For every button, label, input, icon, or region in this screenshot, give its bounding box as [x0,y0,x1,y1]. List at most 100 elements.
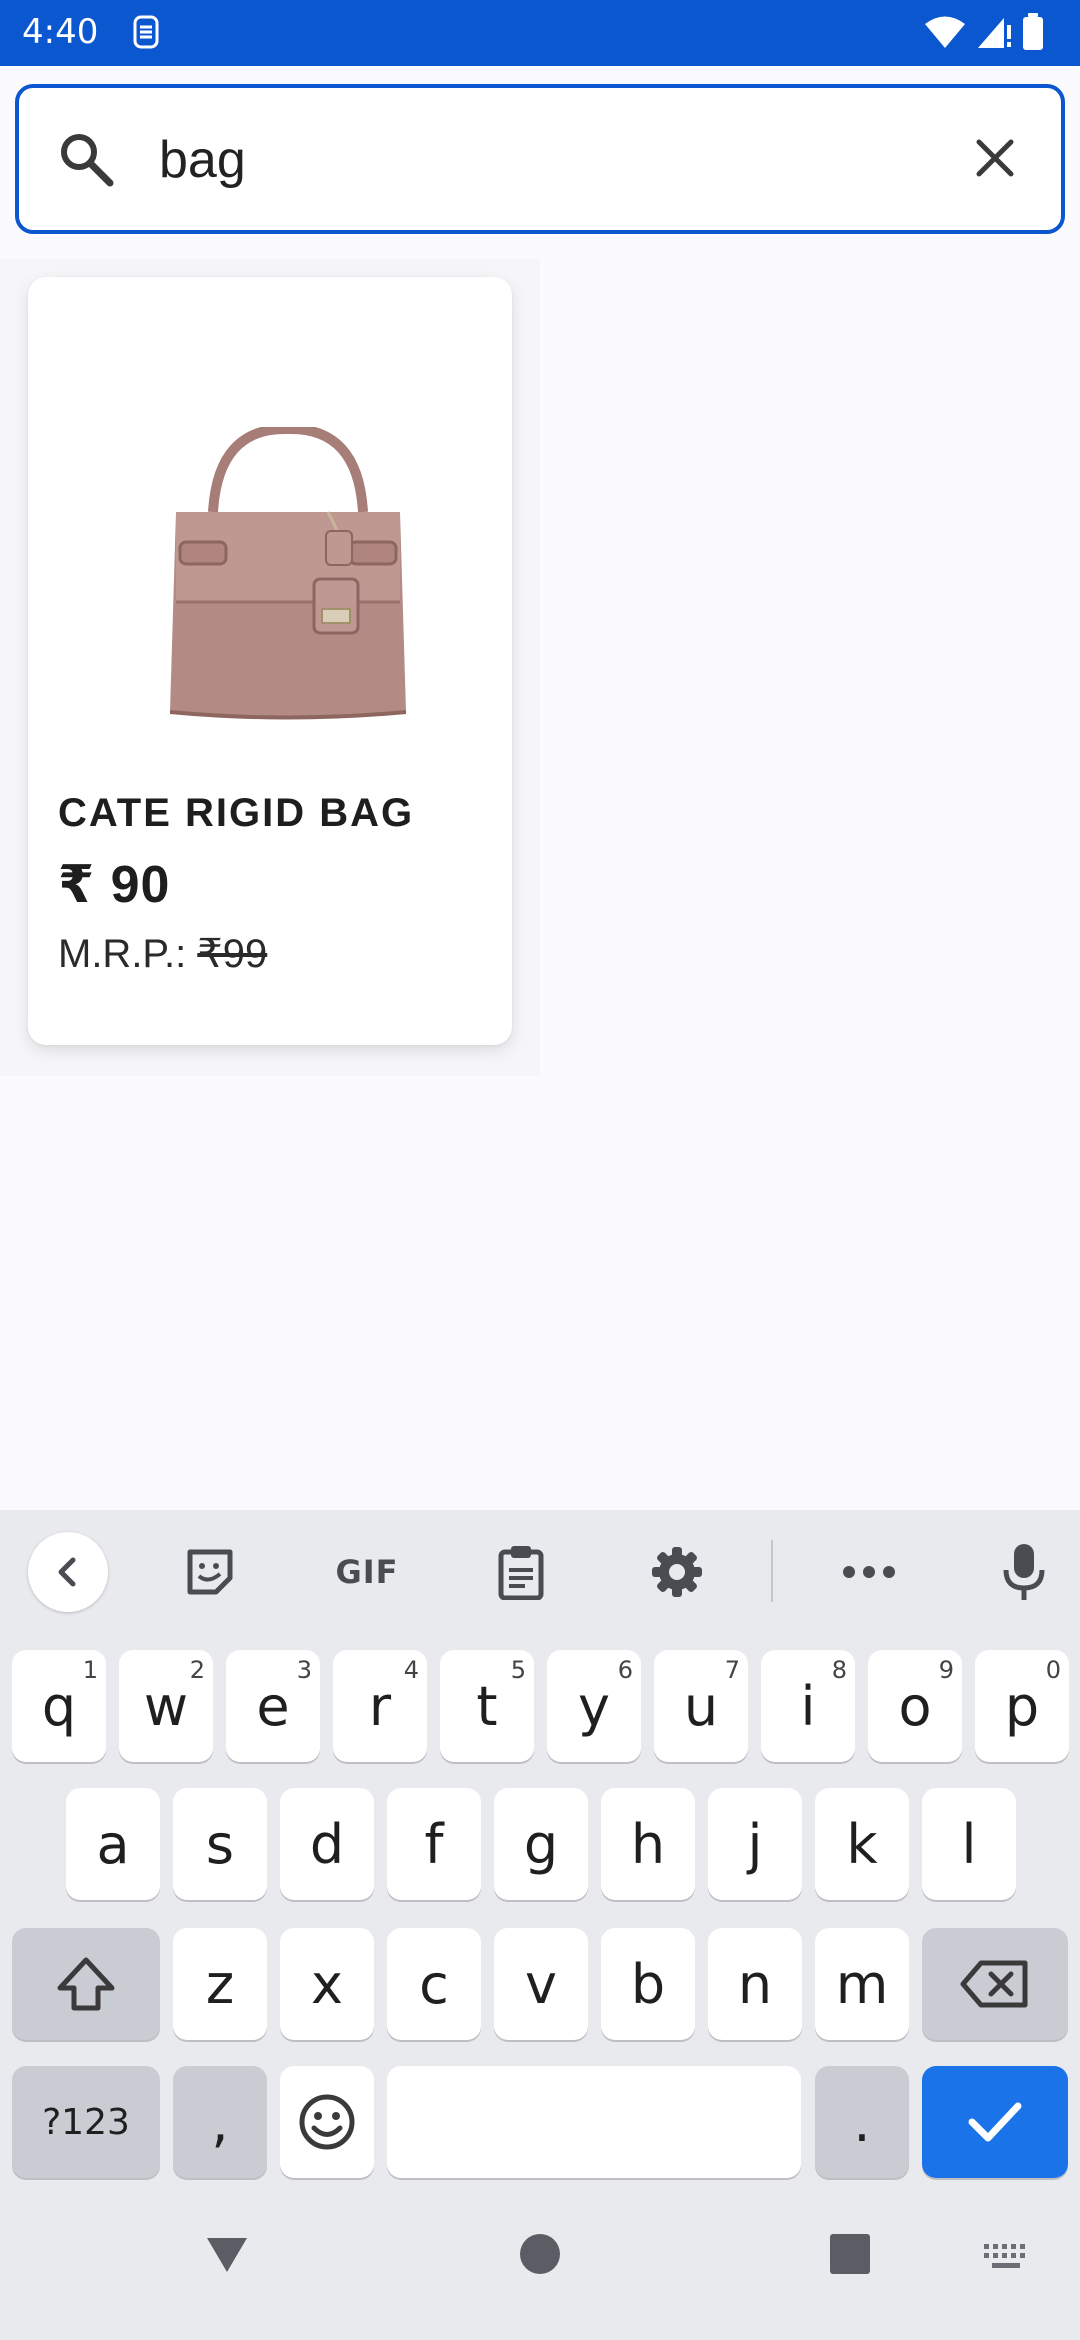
key-r[interactable]: r4 [333,1650,427,1762]
mrp-value: ₹99 [197,932,268,976]
key-p[interactable]: p0 [975,1650,1069,1762]
key-label: g [523,1812,559,1876]
key-hint: 5 [510,1656,526,1684]
key-m[interactable]: m [815,1928,909,2040]
key-o[interactable]: o9 [868,1650,962,1762]
key-g[interactable]: g [494,1788,588,1900]
key-label: h [630,1812,666,1876]
key-label: z [205,1952,235,2016]
key-l[interactable]: l [922,1788,1016,1900]
gif-button[interactable]: GIF [322,1532,412,1612]
key-k[interactable]: k [815,1788,909,1900]
key-period[interactable]: . [815,2066,909,2178]
shift-icon [57,1957,115,2011]
key-f[interactable]: f [387,1788,481,1900]
search-input[interactable] [159,124,939,196]
key-label: . [853,2090,871,2154]
key-label: k [846,1812,878,1876]
chevron-left-icon [58,1557,76,1587]
key-label: u [683,1674,719,1738]
search-icon[interactable] [55,128,117,190]
emoji-icon [299,2094,355,2150]
key-d[interactable]: d [280,1788,374,1900]
wifi-icon [925,16,965,48]
keyboard-toolbar: GIF [0,1510,1080,1632]
mic-icon [1003,1544,1045,1600]
key-comma[interactable]: , [173,2066,267,2178]
product-image[interactable] [138,427,438,727]
toolbar-back-button[interactable] [28,1532,108,1612]
key-n[interactable]: n [708,1928,802,2040]
voice-input-button[interactable] [984,1532,1064,1612]
key-z[interactable]: z [173,1928,267,2040]
key-label: j [747,1812,763,1876]
keyboard-switch-icon[interactable] [984,2242,1032,2272]
mrp-label: M.R.P.: [58,932,198,976]
key-label: i [800,1674,816,1738]
key-h[interactable]: h [601,1788,695,1900]
key-label: v [525,1952,557,2016]
key-label: l [961,1812,977,1876]
battery-icon [1023,13,1043,50]
key-label: w [143,1674,189,1738]
backspace-key[interactable] [922,1928,1068,2040]
backspace-icon [960,1960,1028,2008]
enter-key[interactable] [922,2066,1068,2178]
key-label: y [578,1674,610,1738]
check-icon [968,2102,1022,2142]
gif-label: GIF [335,1553,399,1591]
key-label: q [41,1674,77,1738]
key-u[interactable]: u7 [654,1650,748,1762]
symbols-key[interactable]: ?123 [12,2066,160,2178]
navigation-bar [0,2180,1080,2340]
clipboard-icon [498,1546,544,1600]
key-s[interactable]: s [173,1788,267,1900]
key-label: m [835,1952,889,2016]
key-label: x [311,1952,343,2016]
key-b[interactable]: b [601,1928,695,2040]
key-w[interactable]: w2 [119,1650,213,1762]
key-j[interactable]: j [708,1788,802,1900]
key-t[interactable]: t5 [440,1650,534,1762]
key-q[interactable]: q1 [12,1650,106,1762]
key-hint: 3 [296,1656,312,1684]
gear-icon [652,1547,702,1597]
key-hint: 2 [189,1656,205,1684]
key-hint: 4 [403,1656,419,1684]
product-mrp: M.R.P.: ₹99 [58,931,267,977]
key-label: s [205,1812,235,1876]
key-label: b [630,1952,666,2016]
key-c[interactable]: c [387,1928,481,2040]
toolbar-divider [771,1540,773,1602]
key-label: n [737,1952,773,2016]
product-name[interactable]: CATE RIGID BAG [58,791,414,836]
sticker-icon [187,1549,233,1595]
back-nav-icon[interactable] [203,2232,251,2276]
key-y[interactable]: y6 [547,1650,641,1762]
shift-key[interactable] [12,1928,160,2040]
key-x[interactable]: x [280,1928,374,2040]
clipboard-button[interactable] [481,1532,561,1612]
product-card[interactable]: CATE RIGID BAG ₹ 90 M.R.P.: ₹99 [28,277,512,1045]
search-box[interactable] [15,84,1065,234]
key-i[interactable]: i8 [761,1650,855,1762]
key-label: t [476,1674,498,1738]
space-key[interactable] [387,2066,801,2178]
signal-icon [978,18,1011,48]
status-bar: 4:40 [0,0,1080,66]
home-nav-icon[interactable] [518,2232,562,2276]
more-button[interactable] [829,1532,909,1612]
key-a[interactable]: a [66,1788,160,1900]
key-label: r [368,1674,392,1738]
key-e[interactable]: e3 [226,1650,320,1762]
more-horiz-icon [843,1566,895,1578]
key-label: p [1004,1674,1040,1738]
close-icon[interactable] [969,132,1021,184]
recents-nav-icon[interactable] [828,2232,872,2276]
key-v[interactable]: v [494,1928,588,2040]
sticker-button[interactable] [170,1532,250,1612]
key-hint: 0 [1045,1656,1061,1684]
key-label: ?123 [42,2101,130,2143]
emoji-key[interactable] [280,2066,374,2178]
settings-button[interactable] [637,1532,717,1612]
